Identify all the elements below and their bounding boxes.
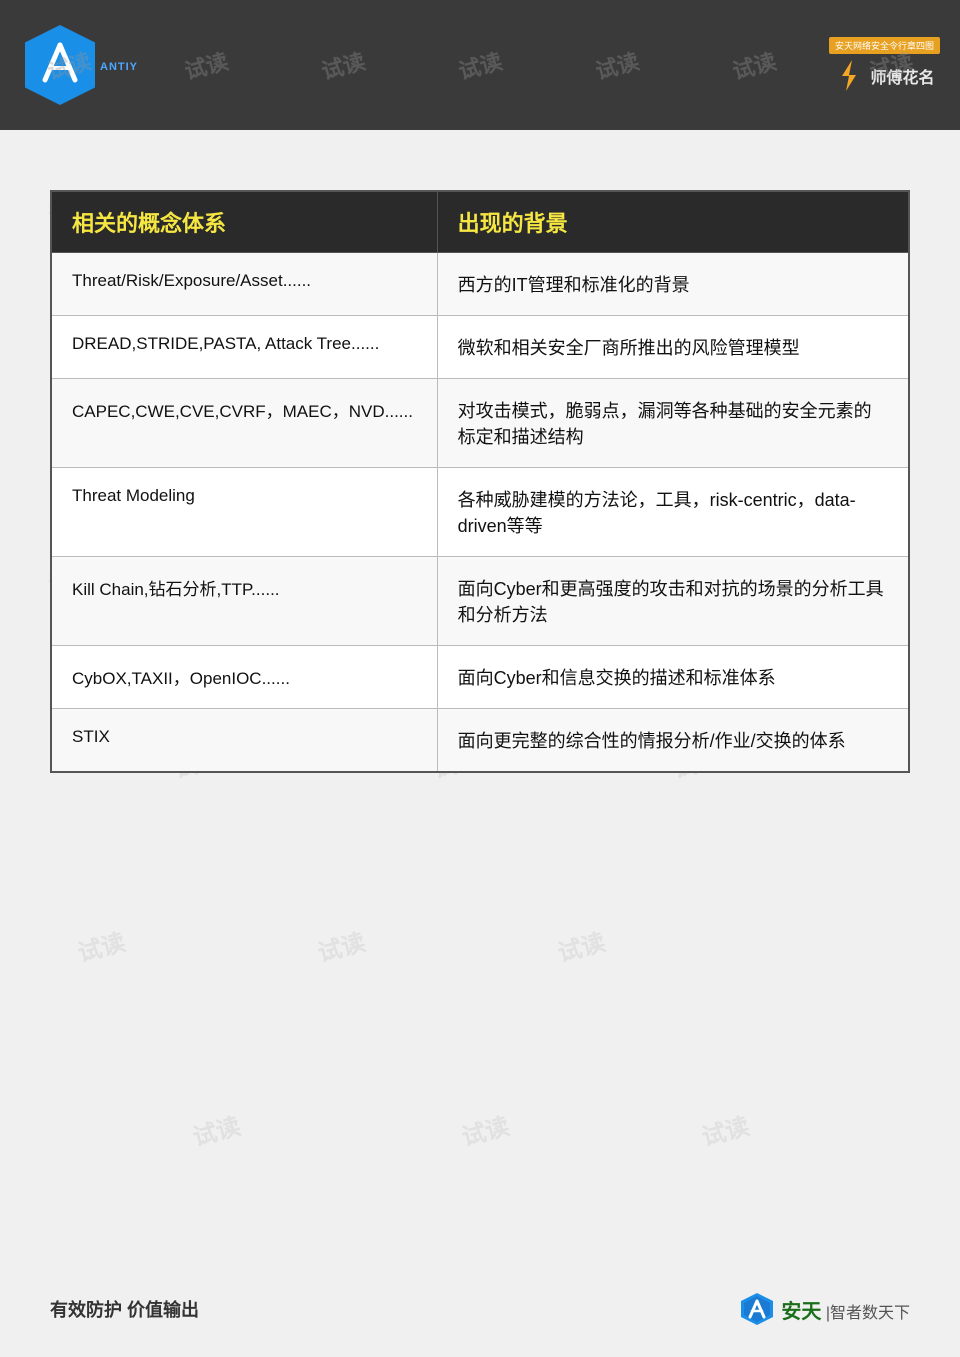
table-cell-left-2: CAPEC,CWE,CVE,CVRF，MAEC，NVD...... [51,379,437,468]
table-row: Kill Chain,钻石分析,TTP......面向Cyber和更高强度的攻击… [51,557,909,646]
table-cell-right-2: 对攻击模式，脆弱点，漏洞等各种基础的安全元素的标定和描述结构 [437,379,909,468]
footer-logo-icon [739,1291,775,1327]
table-cell-right-5: 面向Cyber和信息交换的描述和标准体系 [437,646,909,709]
main-content: 相关的概念体系 出现的背景 Threat/Risk/Exposure/Asset… [0,130,960,813]
header-brand-icon [834,58,864,93]
logo-text: ANTIY [100,61,138,73]
body-watermark-19: 试读 [697,1106,752,1152]
table-cell-right-0: 西方的IT管理和标准化的背景 [437,253,909,316]
col-header-left: 相关的概念体系 [51,191,437,253]
table-cell-left-0: Threat/Risk/Exposure/Asset...... [51,253,437,316]
table-row: STIX面向更完整的综合性的情报分析/作业/交换的体系 [51,709,909,773]
footer-brand: 安天 |智者数天下 [781,1295,910,1324]
body-watermark-14: 试读 [73,922,128,968]
body-watermark-15: 试读 [313,922,368,968]
table-cell-right-3: 各种威胁建模的方法论，工具，risk-centric，data-driven等等 [437,468,909,557]
table-cell-left-3: Threat Modeling [51,468,437,557]
table-cell-left-5: CybOX,TAXII，OpenIOC...... [51,646,437,709]
footer-slogan: 有效防护 价值输出 [50,1296,199,1322]
header-brand-name: 师傅花名 [870,64,934,88]
table-cell-right-4: 面向Cyber和更高强度的攻击和对抗的场景的分析工具和分析方法 [437,557,909,646]
footer: 有效防护 价值输出 安天 |智者数天下 [50,1291,910,1327]
logo-area: ANTIY [20,20,138,110]
body-watermark-17: 试读 [188,1106,243,1152]
table-cell-left-4: Kill Chain,钻石分析,TTP...... [51,557,437,646]
logo-hexagon [20,20,100,110]
footer-logo: 安天 |智者数天下 [739,1291,910,1327]
table-cell-right-1: 微软和相关安全厂商所推出的风险管理模型 [437,316,909,379]
body-watermark-18: 试读 [457,1106,512,1152]
header-watermark: 试读 试读 试读 试读 试读 试读 试读 [0,0,960,130]
table-cell-left-1: DREAD,STRIDE,PASTA, Attack Tree...... [51,316,437,379]
col-header-right: 出现的背景 [437,191,909,253]
table-row: CybOX,TAXII，OpenIOC......面向Cyber和信息交换的描述… [51,646,909,709]
watermark-3: 试读 [317,44,368,86]
watermark-6: 试读 [729,44,780,86]
body-watermark-16: 试读 [553,922,608,968]
table-cell-left-6: STIX [51,709,437,773]
table-row: Threat Modeling各种威胁建模的方法论，工具，risk-centri… [51,468,909,557]
watermark-4: 试读 [455,44,506,86]
table-row: Threat/Risk/Exposure/Asset......西方的IT管理和… [51,253,909,316]
header-badge: 安天网络安全令行章四图 [829,37,940,54]
table-row: CAPEC,CWE,CVE,CVRF，MAEC，NVD......对攻击模式，脆… [51,379,909,468]
header: ANTIY 试读 试读 试读 试读 试读 试读 试读 安天网络安全令行章四图 师… [0,0,960,130]
table-cell-right-6: 面向更完整的综合性的情报分析/作业/交换的体系 [437,709,909,773]
header-right-logo: 安天网络安全令行章四图 师傅花名 [829,37,940,93]
watermark-2: 试读 [180,44,231,86]
concept-table: 相关的概念体系 出现的背景 Threat/Risk/Exposure/Asset… [50,190,910,773]
watermark-5: 试读 [592,44,643,86]
table-row: DREAD,STRIDE,PASTA, Attack Tree......微软和… [51,316,909,379]
